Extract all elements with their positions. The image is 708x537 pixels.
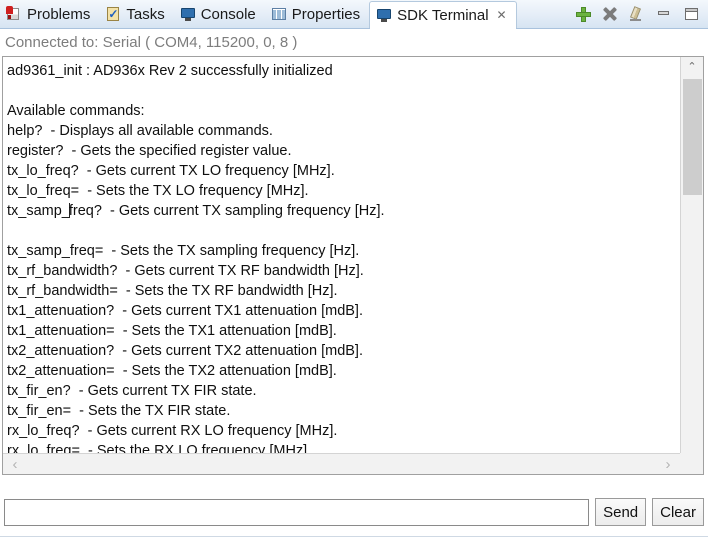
scroll-up-icon[interactable]: ⌃ — [681, 57, 703, 76]
scroll-right-icon[interactable]: › — [658, 454, 678, 474]
tab-list: Problems Tasks Console Properties SDK Te… — [0, 0, 517, 29]
terminal-line: tx_fir_en? - Gets current TX FIR state. — [7, 383, 257, 399]
terminal-horizontal-scrollbar[interactable]: ‹ › — [3, 453, 680, 474]
terminal-output-text[interactable]: ad9361_init : AD936x Rev 2 successfully … — [3, 57, 680, 455]
terminal-line: tx_rf_bandwidth= - Sets the TX RF bandwi… — [7, 283, 338, 299]
maximize-icon[interactable] — [682, 5, 700, 23]
terminal-line: tx_rf_bandwidth? - Gets current TX RF ba… — [7, 263, 364, 279]
view-tab-bar: Problems Tasks Console Properties SDK Te… — [0, 0, 708, 29]
text-caret — [68, 203, 70, 218]
terminal-line: Available commands: — [7, 103, 145, 119]
view-toolbar — [574, 0, 708, 28]
terminal-output-frame: ad9361_init : AD936x Rev 2 successfully … — [2, 56, 704, 475]
console-icon — [180, 6, 196, 22]
scrollbar-corner — [680, 453, 703, 474]
terminal-line: ad9361_init : AD936x Rev 2 successfully … — [7, 63, 333, 79]
terminal-line: tx2_attenuation= - Sets the TX2 attenuat… — [7, 363, 337, 379]
terminal-line: tx2_attenuation? - Gets current TX2 atte… — [7, 343, 363, 359]
tab-sdk-terminal[interactable]: SDK Terminal ✕ — [369, 1, 517, 29]
tab-tasks-label: Tasks — [126, 5, 165, 23]
terminal-line: tx_lo_freq? - Gets current TX LO frequen… — [7, 163, 335, 179]
tab-problems-label: Problems — [27, 5, 91, 23]
minimize-icon[interactable] — [655, 5, 673, 23]
tab-sdk-terminal-label: SDK Terminal — [397, 6, 489, 24]
tab-console[interactable]: Console — [174, 0, 265, 28]
tab-properties[interactable]: Properties — [265, 0, 369, 28]
terminal-line: tx_fir_en= - Sets the TX FIR state. — [7, 403, 231, 419]
vertical-scroll-thumb[interactable] — [683, 79, 702, 195]
disconnect-icon[interactable] — [601, 5, 619, 23]
clear-button[interactable]: Clear — [652, 498, 704, 526]
terminal-line: tx_samp_freq? - Gets current TX sampling… — [7, 203, 385, 219]
terminal-line: help? - Displays all available commands. — [7, 123, 273, 139]
terminal-line: rx_lo_freq? - Gets current RX LO frequen… — [7, 423, 338, 439]
tab-tasks[interactable]: Tasks — [99, 0, 173, 28]
tab-console-label: Console — [200, 5, 256, 23]
tab-problems[interactable]: Problems — [0, 0, 99, 28]
problems-icon — [6, 6, 22, 22]
new-terminal-icon[interactable] — [574, 5, 592, 23]
properties-icon — [271, 6, 287, 22]
tasks-icon — [105, 6, 121, 22]
send-button[interactable]: Send — [595, 498, 647, 526]
terminal-line: tx1_attenuation? - Gets current TX1 atte… — [7, 303, 363, 319]
terminal-icon — [376, 7, 392, 23]
scroll-left-icon[interactable]: ‹ — [5, 454, 25, 474]
terminal-line: tx1_attenuation= - Sets the TX1 attenuat… — [7, 323, 337, 339]
tab-properties-label: Properties — [291, 5, 361, 23]
terminal-line: tx_lo_freq= - Sets the TX LO frequency [… — [7, 183, 309, 199]
terminal-vertical-scrollbar[interactable]: ⌃ ⌄ — [680, 57, 703, 474]
terminal-line: tx_samp_freq= - Sets the TX sampling fre… — [7, 243, 360, 259]
connection-status: Connected to: Serial ( COM4, 115200, 0, … — [0, 30, 708, 55]
close-icon[interactable]: ✕ — [497, 9, 507, 21]
command-input[interactable] — [4, 498, 590, 526]
terminal-line: register? - Gets the specified register … — [7, 143, 292, 159]
command-input-row: Send Clear — [0, 495, 708, 529]
edit-settings-icon[interactable] — [628, 5, 646, 23]
